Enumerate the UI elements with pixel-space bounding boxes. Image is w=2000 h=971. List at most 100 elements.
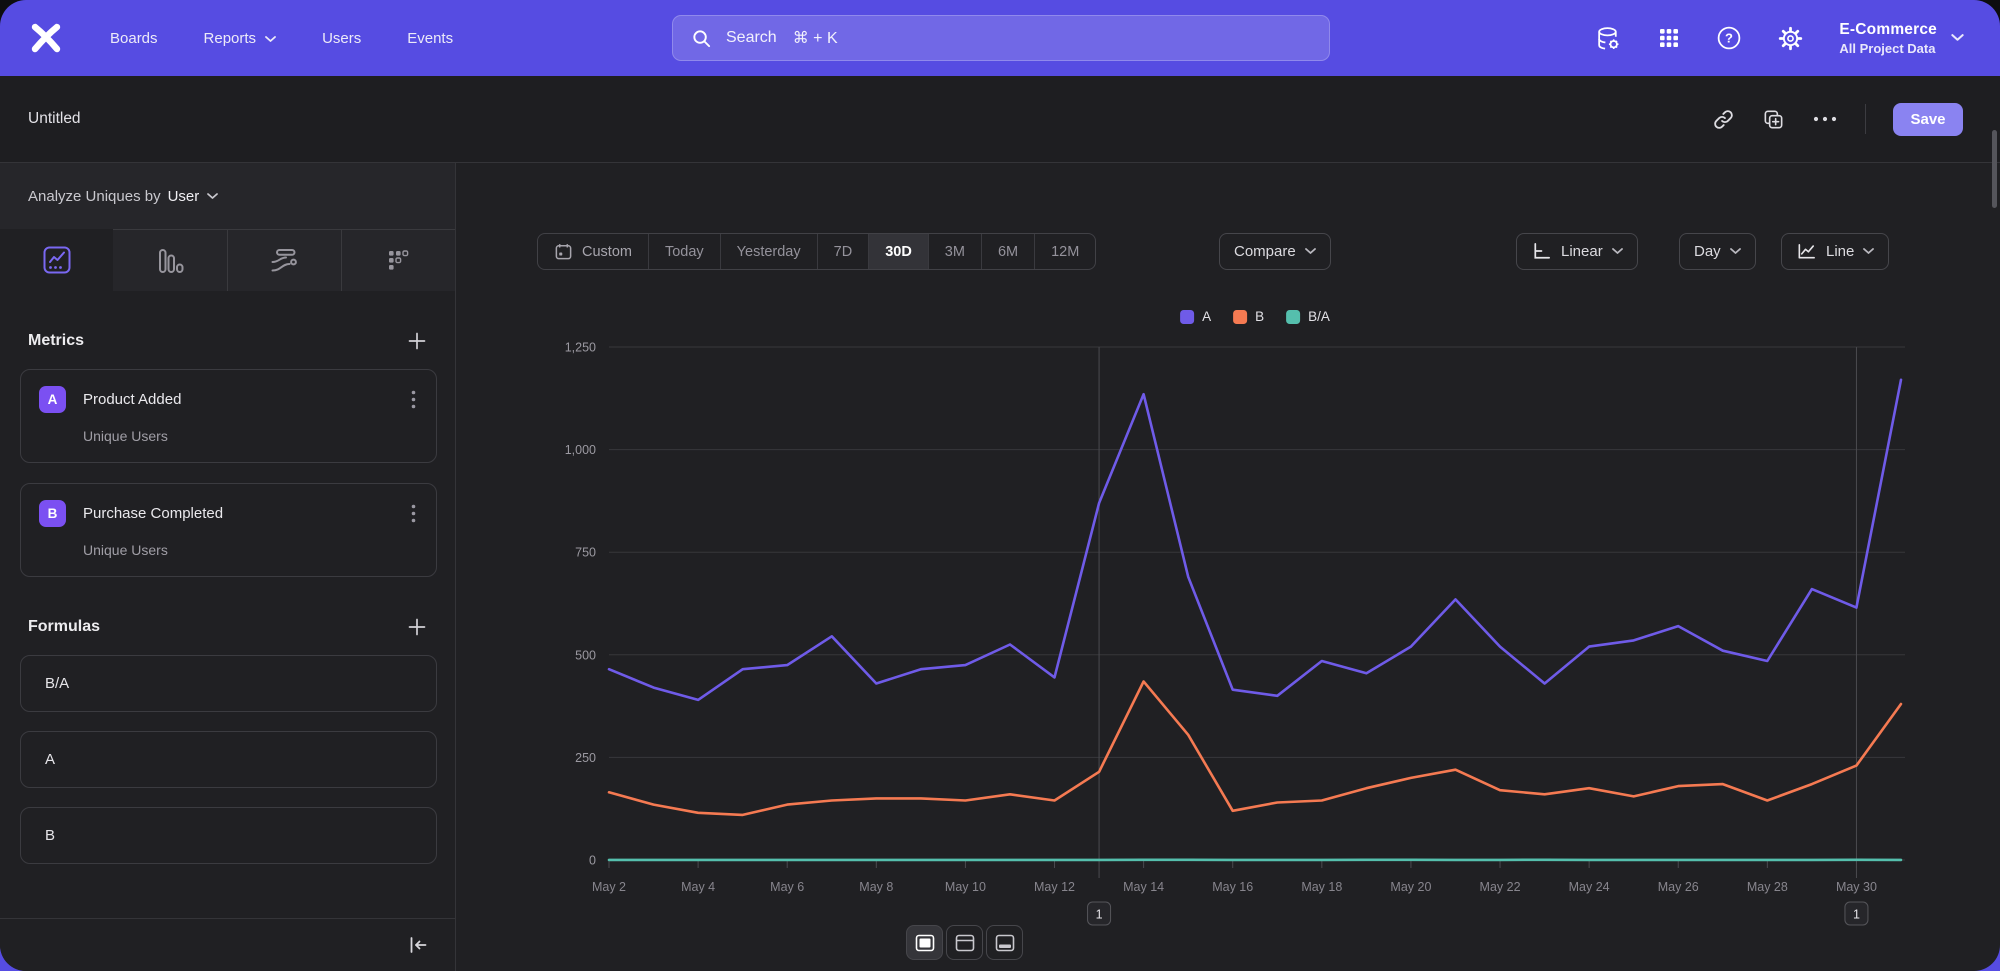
x-axis-label: May 20	[1390, 880, 1431, 894]
report-title[interactable]: Untitled	[28, 110, 81, 128]
x-axis-label: May 24	[1569, 880, 1610, 894]
mixpanel-logo-icon[interactable]	[26, 18, 66, 58]
formula-card-b[interactable]: B	[20, 807, 437, 864]
interval-dropdown[interactable]: Day	[1679, 233, 1756, 270]
range-label: 30D	[885, 244, 912, 260]
compare-label: Compare	[1234, 243, 1296, 260]
settings-gear-icon[interactable]	[1777, 25, 1804, 52]
nav-item-label: Reports	[204, 30, 257, 47]
scale-label: Linear	[1561, 243, 1603, 260]
report-type-tabs	[0, 229, 455, 291]
metrics-list: AProduct AddedUnique Users B Purchase Comp…	[0, 369, 455, 577]
chevron-down-icon	[1305, 248, 1316, 255]
tab-funnels[interactable]	[113, 229, 226, 291]
scrollbar-thumb[interactable]	[1992, 130, 1997, 208]
nav-item-users[interactable]: Users	[322, 30, 361, 47]
y-axis-label: 0	[589, 854, 596, 868]
metric-card-a[interactable]: AProduct AddedUnique Users	[20, 369, 437, 463]
tab-flows[interactable]	[227, 229, 341, 291]
nav-item-label: Events	[407, 30, 453, 47]
nav-item-reports[interactable]: Reports	[204, 30, 277, 47]
x-axis-label: May 16	[1212, 880, 1253, 894]
range-6m[interactable]: 6M	[981, 234, 1034, 269]
range-3m[interactable]: 3M	[928, 234, 981, 269]
date-range-control: Custom Today Yesterday7D 30D 3M 6M 12M	[537, 233, 1096, 270]
range-label: 12M	[1051, 244, 1079, 260]
range-today[interactable]: Today	[648, 234, 720, 269]
legend-swatch	[1233, 310, 1247, 324]
range-label: 6M	[998, 244, 1018, 260]
insights-chart-icon	[40, 243, 74, 277]
chart-legend: A B B/A	[1180, 309, 1330, 324]
search-input[interactable]: Search ⌘ + K	[672, 15, 1330, 61]
view-toggle-chart-with-table[interactable]	[946, 925, 983, 960]
line-chart-icon	[1796, 241, 1817, 262]
metric-letter-badge: B	[39, 500, 66, 527]
series-line-b[interactable]	[609, 682, 1901, 815]
range-7d[interactable]: 7D	[817, 234, 869, 269]
legend-item-a[interactable]: A	[1180, 309, 1211, 324]
y-axis-label: 500	[575, 648, 596, 662]
tab-insights[interactable]	[0, 229, 113, 291]
more-options-icon[interactable]	[1812, 115, 1838, 123]
add-formula-button[interactable]	[407, 617, 427, 637]
formula-card-b-a[interactable]: B/A	[20, 655, 437, 712]
analyze-label: Analyze Uniques by	[28, 188, 161, 205]
x-axis-label: May 12	[1034, 880, 1075, 894]
legend-item-b[interactable]: B	[1233, 309, 1264, 324]
formula-card-a[interactable]: A	[20, 731, 437, 788]
sidebar-footer	[0, 918, 455, 971]
chart-type-dropdown[interactable]: Line	[1781, 233, 1889, 270]
metric-options-button[interactable]	[409, 388, 418, 411]
apps-grid-icon[interactable]	[1657, 26, 1681, 50]
metric-name: Purchase Completed	[83, 505, 409, 522]
axis-scale-dropdown[interactable]: Linear	[1516, 233, 1638, 270]
formula-label: B	[45, 827, 55, 844]
legend-item-b-a[interactable]: B/A	[1286, 309, 1330, 324]
add-metric-button[interactable]	[407, 331, 427, 351]
collapse-sidebar-icon[interactable]	[407, 934, 429, 956]
compare-dropdown[interactable]: Compare	[1219, 233, 1331, 270]
range-label: Today	[665, 244, 704, 260]
project-switcher[interactable]: E-Commerce All Project Data	[1839, 21, 1964, 56]
formula-label: A	[45, 751, 55, 768]
copy-link-icon[interactable]	[1712, 108, 1735, 131]
flows-icon	[268, 245, 300, 277]
series-line-a[interactable]	[609, 380, 1901, 700]
metric-options-button[interactable]	[409, 502, 418, 525]
chart-panel: Custom Today Yesterday7D 30D 3M 6M 12M Compare…	[456, 163, 2000, 971]
metric-letter-badge: A	[39, 386, 66, 413]
save-button[interactable]: Save	[1893, 103, 1963, 136]
y-axis-label: 1,000	[565, 443, 596, 457]
x-axis-label: May 6	[770, 880, 804, 894]
range-30d[interactable]: 30D	[868, 234, 928, 269]
nav-item-events[interactable]: Events	[407, 30, 453, 47]
duplicate-icon[interactable]	[1762, 108, 1785, 131]
view-toggle-table-focus[interactable]	[986, 925, 1023, 960]
x-axis-label: May 30	[1836, 880, 1877, 894]
formulas-section-head: Formulas	[28, 617, 427, 637]
range-12m[interactable]: 12M	[1034, 234, 1095, 269]
metric-card-b[interactable]: BPurchase CompletedUnique Users	[20, 483, 437, 577]
nav-item-boards[interactable]: Boards	[110, 30, 158, 47]
tab-retention[interactable]	[341, 229, 455, 291]
range-yesterday[interactable]: Yesterday	[720, 234, 817, 269]
formulas-list: B/A A B	[0, 655, 455, 864]
y-axis-label: 250	[575, 751, 596, 765]
analyze-entity-dropdown[interactable]: User	[168, 188, 219, 205]
content-area: Untitled	[0, 76, 2000, 971]
data-management-icon[interactable]	[1595, 25, 1622, 52]
formula-label: B/A	[45, 675, 69, 692]
range-label: Custom	[582, 244, 632, 260]
view-toggle-chart-focus[interactable]	[906, 925, 943, 960]
help-icon[interactable]: ?	[1716, 25, 1742, 51]
retention-dots-icon	[383, 246, 413, 276]
analyze-row: Analyze Uniques by User	[0, 163, 455, 229]
range-custom[interactable]: Custom	[538, 234, 648, 269]
legend-label: A	[1202, 309, 1211, 324]
nav-item-label: Users	[322, 30, 361, 47]
chart-type-label: Line	[1826, 243, 1854, 260]
svg-text:?: ?	[1725, 31, 1733, 46]
metrics-header: Metrics	[28, 332, 84, 350]
chevron-down-icon	[1951, 34, 1964, 42]
